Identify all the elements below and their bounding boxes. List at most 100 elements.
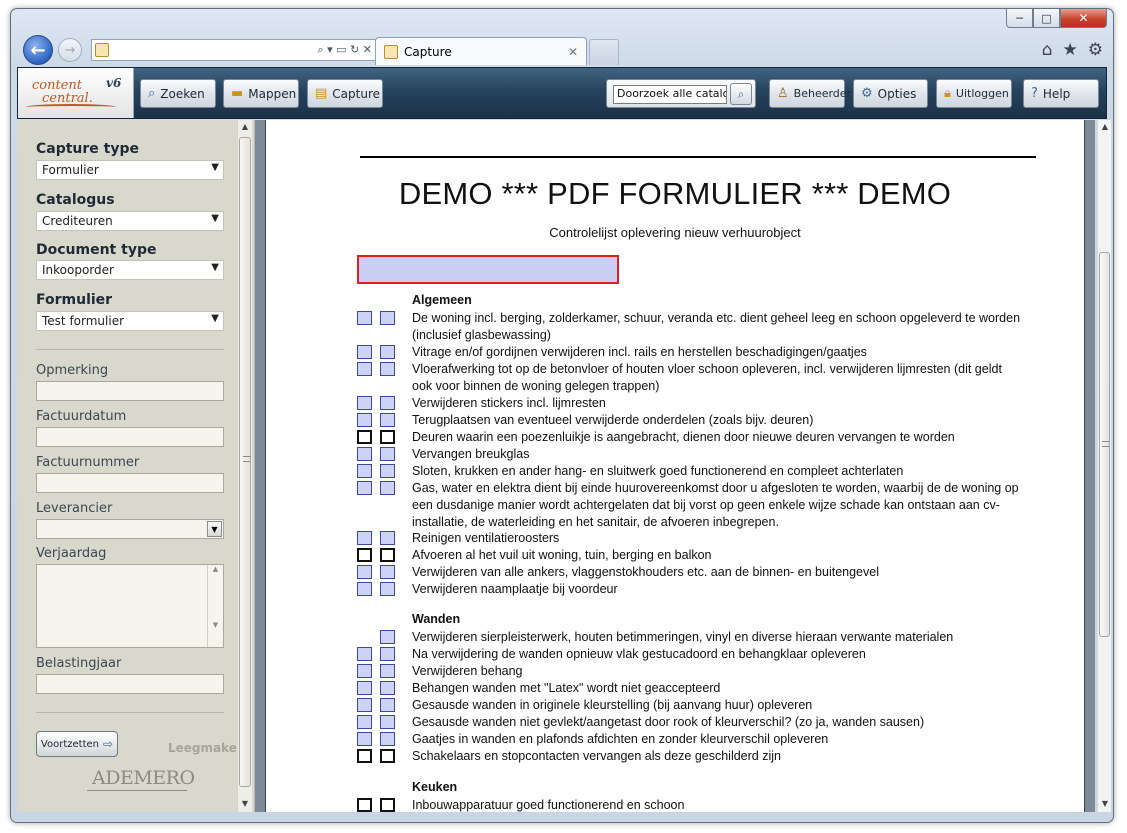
checkbox-yes[interactable]: [357, 464, 372, 478]
checkbox-yes[interactable]: [357, 698, 372, 712]
verjaardag-textarea[interactable]: ▲ ▼: [36, 564, 224, 648]
checkbox-yes[interactable]: [357, 798, 372, 812]
maximize-button[interactable]: □: [1033, 9, 1060, 28]
checkbox-yes[interactable]: [357, 582, 372, 596]
checkbox-yes[interactable]: [357, 565, 372, 579]
capture-type-select[interactable]: Formulier ▼: [36, 160, 224, 180]
checkbox-no[interactable]: [380, 715, 395, 729]
checkbox-yes[interactable]: [357, 715, 372, 729]
help-button[interactable]: ? Help: [1023, 79, 1099, 108]
checkbox-yes[interactable]: [357, 681, 372, 695]
options-button[interactable]: ⚙ Opties: [853, 79, 928, 108]
scroll-up-icon[interactable]: ▲: [1098, 122, 1112, 131]
checkbox-yes[interactable]: [357, 447, 372, 461]
belastingjaar-input[interactable]: [36, 674, 224, 694]
checkbox-no[interactable]: [380, 732, 395, 746]
viewer-scroll-thumb[interactable]: [1099, 252, 1110, 637]
logo-swoosh-icon: [26, 104, 116, 110]
checklist-row: De woning incl. berging, zolderkamer, sc…: [266, 310, 1084, 344]
clear-link[interactable]: Leegmaken: [168, 741, 245, 755]
checkbox-no[interactable]: [380, 647, 395, 661]
close-window-button[interactable]: ✕: [1060, 9, 1107, 28]
highlighted-form-field[interactable]: [357, 255, 619, 284]
admin-button[interactable]: ♙ Beheerder: [769, 79, 851, 108]
checkbox-yes[interactable]: [357, 749, 372, 763]
form-select[interactable]: Test formulier ▼: [36, 311, 224, 331]
checkbox-no[interactable]: [380, 396, 395, 410]
gear-icon: ⚙: [861, 86, 873, 101]
checkbox-yes[interactable]: [357, 413, 372, 427]
checkbox-no[interactable]: [380, 630, 395, 644]
checkbox-yes[interactable]: [357, 664, 372, 678]
leverancier-select[interactable]: ▼: [36, 519, 224, 539]
catalog-select[interactable]: Crediteuren ▼: [36, 211, 224, 231]
scroll-down-icon[interactable]: ▼: [238, 799, 252, 808]
checkbox-no[interactable]: [380, 565, 395, 579]
factuurdatum-input[interactable]: [36, 427, 224, 447]
sidebar-scrollbar[interactable]: ▲ ▼: [237, 120, 252, 812]
logout-button[interactable]: 🔒︎ Uitloggen: [936, 79, 1012, 108]
checkbox-no[interactable]: [380, 362, 395, 376]
checklist-item-text: Verwijderen stickers incl. lijmresten: [412, 396, 606, 410]
scroll-up-icon[interactable]: ▲: [238, 122, 252, 131]
address-bar-icons[interactable]: ⌕ ▾ ▭ ↻ ✕: [318, 43, 373, 57]
checkbox-no[interactable]: [380, 345, 395, 359]
checkbox-yes[interactable]: [357, 548, 372, 562]
scroll-down-icon[interactable]: ▼: [1098, 799, 1112, 808]
chevron-down-icon[interactable]: ▼: [207, 521, 222, 537]
tab-close-icon[interactable]: ✕: [568, 45, 578, 59]
content-central-logo[interactable]: content central. v6: [18, 68, 134, 118]
opmerking-input[interactable]: [36, 381, 224, 401]
checkbox-yes[interactable]: [357, 362, 372, 376]
capture-button[interactable]: ▤ Capture: [307, 79, 383, 108]
sidebar-scroll-thumb[interactable]: [239, 137, 251, 787]
browser-tab-capture[interactable]: Capture ✕: [375, 37, 587, 65]
viewer-scrollbar[interactable]: ▲ ▼: [1097, 120, 1111, 812]
favorites-star-icon[interactable]: ★: [1063, 40, 1078, 60]
settings-gear-icon[interactable]: ⚙: [1088, 40, 1103, 60]
checkbox-no[interactable]: [380, 464, 395, 478]
catalog-search-input[interactable]: Doorzoek alle catalogi: [613, 85, 727, 104]
checklist-row: Gas, water en elektra dient bij einde hu…: [266, 480, 1084, 531]
textarea-scrollbar[interactable]: ▲ ▼: [207, 565, 223, 647]
continue-button[interactable]: Voortzetten ⇨: [36, 731, 118, 757]
checkbox-yes[interactable]: [357, 732, 372, 746]
search-magnifier-icon: ⌕: [737, 86, 745, 101]
checkbox-no[interactable]: [380, 548, 395, 562]
checkbox-yes[interactable]: [357, 481, 372, 495]
checklist-item-text: Terugplaatsen van eventueel verwijderde …: [412, 413, 814, 427]
checkbox-no[interactable]: [380, 798, 395, 812]
checkbox-no[interactable]: [380, 413, 395, 427]
page-favicon-icon: [95, 43, 109, 57]
checkbox-no[interactable]: [380, 531, 395, 545]
minimize-button[interactable]: ─: [1006, 9, 1033, 28]
catalog-search: Doorzoek alle catalogi ⌕: [606, 79, 756, 108]
checkbox-yes[interactable]: [357, 531, 372, 545]
folders-button[interactable]: ▬ Mappen: [223, 79, 299, 108]
factuurnummer-input[interactable]: [36, 473, 224, 493]
checkbox-no[interactable]: [380, 582, 395, 596]
checkbox-no[interactable]: [380, 749, 395, 763]
checkbox-yes[interactable]: [357, 430, 372, 444]
catalog-search-button[interactable]: ⌕: [730, 83, 752, 105]
checkbox-no[interactable]: [380, 481, 395, 495]
checkbox-yes[interactable]: [357, 396, 372, 410]
checkbox-yes[interactable]: [357, 345, 372, 359]
checkbox-no[interactable]: [380, 430, 395, 444]
document-type-select[interactable]: Inkooporder ▼: [36, 260, 224, 280]
checkbox-no[interactable]: [380, 681, 395, 695]
checkbox-no[interactable]: [380, 698, 395, 712]
checkbox-no[interactable]: [380, 311, 395, 325]
arrow-right-icon: ⇨: [103, 737, 114, 751]
home-icon[interactable]: ⌂: [1042, 40, 1053, 60]
checkbox-yes[interactable]: [357, 647, 372, 661]
factuurnummer-label: Factuurnummer: [36, 455, 140, 470]
checkbox-no[interactable]: [380, 664, 395, 678]
address-bar[interactable]: ⌕ ▾ ▭ ↻ ✕: [91, 39, 377, 61]
back-button[interactable]: ←: [23, 35, 53, 65]
checkbox-no[interactable]: [380, 447, 395, 461]
checkbox-yes[interactable]: [357, 311, 372, 325]
search-button[interactable]: ⌕ Zoeken: [140, 79, 216, 108]
forward-button[interactable]: →: [58, 38, 82, 62]
new-tab-button[interactable]: [589, 39, 619, 65]
